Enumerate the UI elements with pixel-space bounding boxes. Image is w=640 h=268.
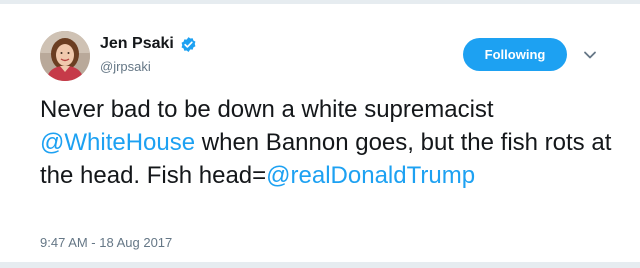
mention-link-whitehouse[interactable]: @WhiteHouse — [40, 129, 195, 156]
chevron-down-icon[interactable] — [582, 48, 598, 62]
bottom-divider — [0, 262, 640, 268]
avatar-photo-icon — [40, 31, 90, 81]
user-handle[interactable]: @jrpsaki — [100, 59, 151, 75]
tweet-text-segment: Never bad to be down a white supremacist — [40, 96, 494, 123]
tweet-timestamp[interactable]: 9:47 AM - 18 Aug 2017 — [40, 235, 172, 251]
tweet-text: Never bad to be down a white supremacist… — [40, 93, 620, 192]
display-name[interactable]: Jen Psaki — [100, 34, 174, 54]
top-divider — [0, 0, 640, 4]
following-button[interactable]: Following — [463, 38, 567, 71]
verified-badge-icon — [180, 36, 197, 53]
author-name-row: Jen Psaki — [100, 34, 197, 54]
profile-avatar[interactable] — [40, 31, 90, 81]
mention-link-realdonaldtrump[interactable]: @realDonaldTrump — [266, 162, 475, 189]
